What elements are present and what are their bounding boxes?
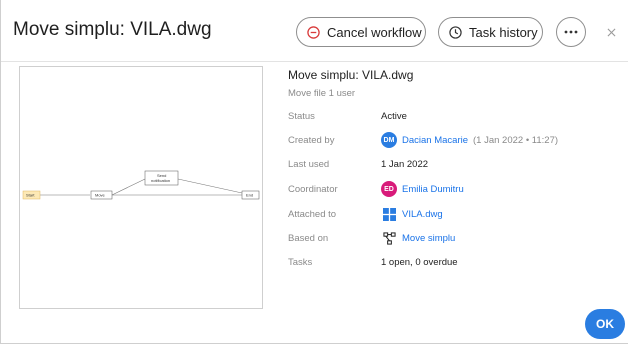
detail-row-attached-to: Attached to VILA.dwg — [288, 205, 618, 223]
close-icon — [607, 28, 615, 36]
connector-lines — [40, 178, 243, 196]
last-used-value: 1 Jan 2022 — [381, 158, 429, 170]
more-options-button[interactable] — [556, 17, 586, 47]
node-start-label: Start — [26, 193, 35, 198]
task-history-button[interactable]: Task history — [438, 17, 543, 47]
workflow-node-send-notification: Send notification — [144, 170, 179, 186]
avatar: ED — [381, 181, 397, 197]
status-value: Active — [381, 110, 407, 122]
dialog-title: Move simplu: VILA.dwg — [13, 19, 212, 40]
workflow-node-start: Start — [22, 190, 41, 200]
avatar: DM — [381, 132, 397, 148]
node-end-label: End — [246, 193, 253, 198]
details-title: Move simplu: VILA.dwg — [288, 68, 414, 82]
cancel-workflow-button[interactable]: Cancel workflow — [296, 17, 426, 47]
created-by-label: Created by — [288, 134, 335, 146]
coordinator-label: Coordinator — [288, 183, 338, 195]
attached-file-link[interactable]: VILA.dwg — [402, 209, 443, 220]
tasks-value: 1 open, 0 overdue — [381, 256, 458, 268]
dwg-file-icon — [381, 206, 397, 222]
detail-row-tasks: Tasks 1 open, 0 overdue — [288, 253, 618, 271]
based-on-link[interactable]: Move simplu — [402, 233, 455, 244]
clock-icon — [449, 25, 462, 39]
details-subtitle: Move file 1 user — [288, 88, 356, 99]
cancel-circle-icon — [307, 25, 320, 39]
coordinator-name-link[interactable]: Emilia Dumitru — [402, 184, 464, 195]
ok-button[interactable]: OK — [585, 309, 625, 339]
workflow-dialog: Move simplu: VILA.dwg Cancel workflow Ta… — [0, 0, 628, 344]
detail-row-based-on: Based on Move simplu — [288, 229, 618, 247]
detail-row-status: Status Active — [288, 107, 618, 125]
task-history-label: Task history — [469, 24, 538, 40]
last-used-label: Last used — [288, 158, 330, 170]
workflow-diagram: Start Move Send notification End — [22, 170, 260, 200]
attached-to-label: Attached to — [288, 208, 337, 220]
tasks-label: Tasks — [288, 256, 313, 268]
node-send-label-2: notification — [151, 178, 170, 183]
workflow-icon — [381, 230, 397, 246]
more-horizontal-icon — [564, 30, 578, 34]
detail-row-last-used: Last used 1 Jan 2022 — [288, 155, 618, 173]
detail-row-created-by: Created by DM Dacian Macarie (1 Jan 2022… — [288, 131, 618, 149]
workflow-node-move: Move — [90, 190, 113, 200]
created-timestamp: (1 Jan 2022 • 11:27) — [473, 134, 559, 146]
dialog-header: Move simplu: VILA.dwg Cancel workflow Ta… — [1, 0, 628, 62]
creator-name-link[interactable]: Dacian Macarie — [402, 135, 468, 146]
detail-row-coordinator: Coordinator ED Emilia Dumitru — [288, 180, 618, 198]
based-on-label: Based on — [288, 232, 329, 244]
status-label: Status — [288, 110, 315, 122]
node-move-label: Move — [95, 193, 106, 198]
workflow-preview: Start Move Send notification End — [19, 66, 263, 309]
close-button[interactable] — [601, 22, 621, 42]
workflow-node-end: End — [241, 190, 260, 200]
cancel-workflow-label: Cancel workflow — [327, 24, 422, 40]
